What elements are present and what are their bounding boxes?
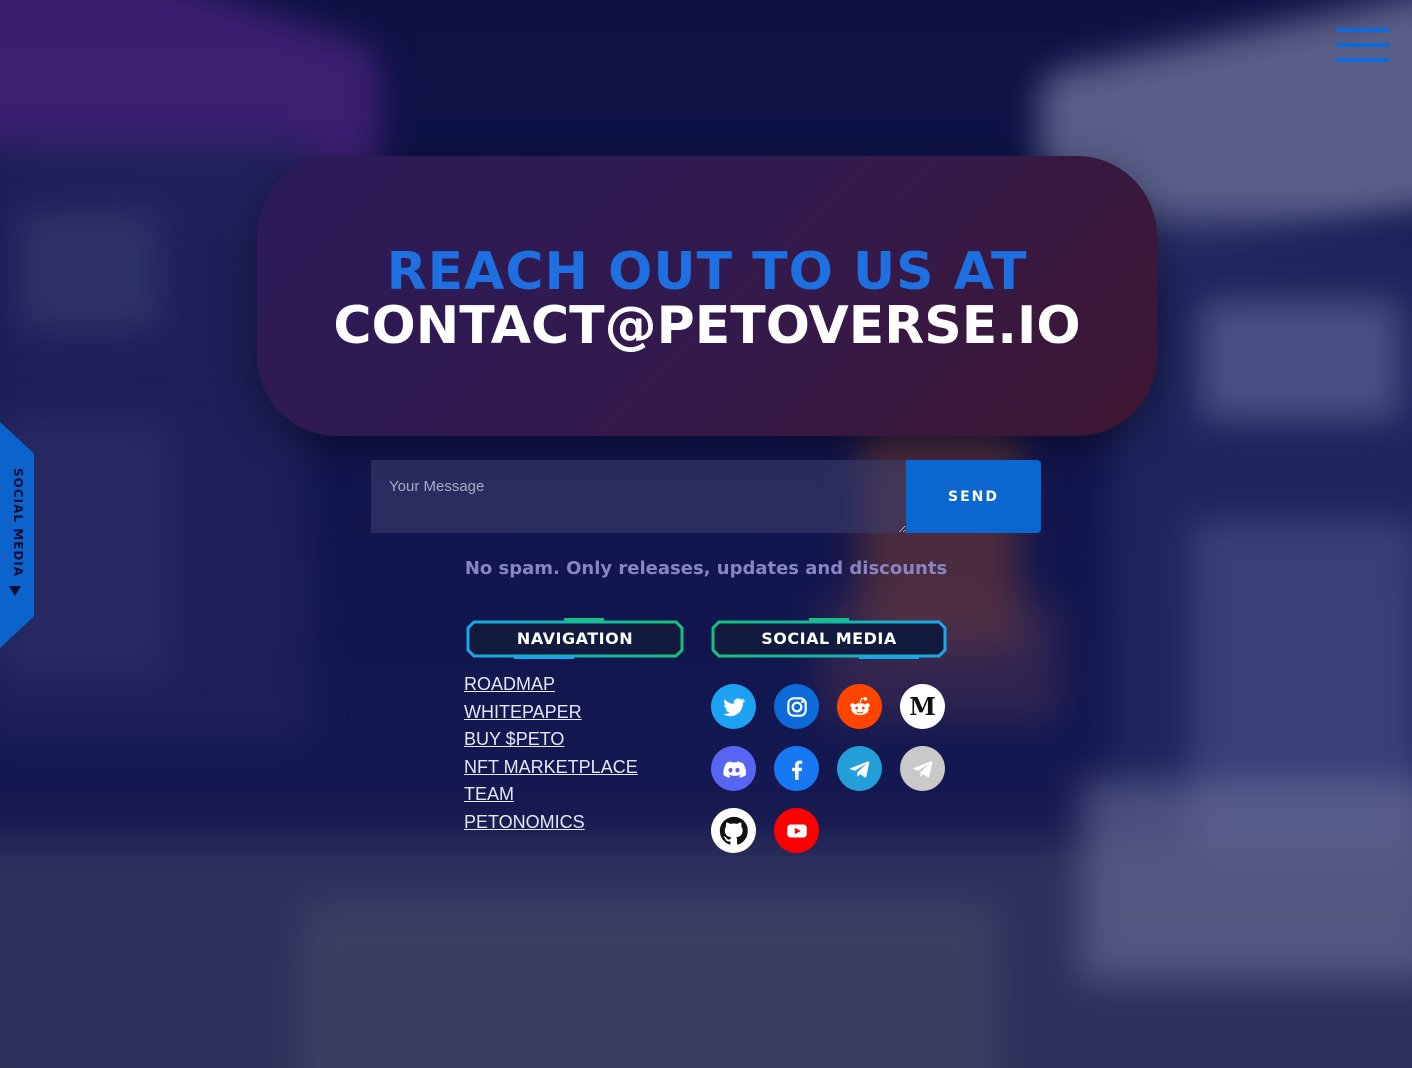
telegram-icon[interactable]	[837, 746, 882, 791]
navigation-badge: NAVIGATION	[464, 616, 686, 660]
facebook-icon[interactable]	[774, 746, 819, 791]
twitter-icon[interactable]	[711, 684, 756, 729]
telegram-gray-icon[interactable]	[900, 746, 945, 791]
nav-link-petonomics[interactable]: PETONOMICS	[464, 812, 585, 832]
no-spam-note: No spam. Only releases, updates and disc…	[464, 558, 948, 579]
message-input[interactable]	[371, 460, 906, 533]
social-media-title: SOCIAL MEDIA	[761, 628, 897, 648]
social-media-badge: SOCIAL MEDIA	[709, 616, 949, 660]
youtube-icon[interactable]	[774, 808, 819, 853]
navigation-title: NAVIGATION	[516, 628, 634, 648]
reddit-icon[interactable]	[837, 684, 882, 729]
contact-hero: REACH OUT TO US AT CONTACT@PETOVERSE.IO	[257, 156, 1157, 436]
send-button[interactable]: SEND	[906, 460, 1041, 533]
hamburger-menu-button[interactable]	[1336, 28, 1390, 62]
nav-link-team[interactable]: TEAM	[464, 784, 514, 804]
github-icon[interactable]	[711, 808, 756, 853]
instagram-icon[interactable]	[774, 684, 819, 729]
newsletter-form: SEND	[371, 460, 1041, 533]
caret-down-icon	[9, 586, 21, 596]
navigation-links: ROADMAP WHITEPAPER BUY $PETO NFT MARKETP…	[464, 674, 638, 839]
medium-icon[interactable]: M	[900, 684, 945, 729]
discord-icon[interactable]	[711, 746, 756, 791]
hamburger-icon	[1336, 28, 1390, 32]
nav-link-whitepaper[interactable]: WHITEPAPER	[464, 702, 582, 722]
contact-email[interactable]: CONTACT@PETOVERSE.IO	[257, 296, 1157, 356]
social-media-side-tab[interactable]: SOCIAL MEDIA	[0, 422, 34, 648]
heading-line1: REACH OUT TO US AT	[386, 242, 1028, 302]
nav-link-roadmap[interactable]: ROADMAP	[464, 674, 555, 694]
nav-link-buy-peto[interactable]: BUY $PETO	[464, 729, 564, 749]
nav-link-nft-marketplace[interactable]: NFT MARKETPLACE	[464, 757, 638, 777]
